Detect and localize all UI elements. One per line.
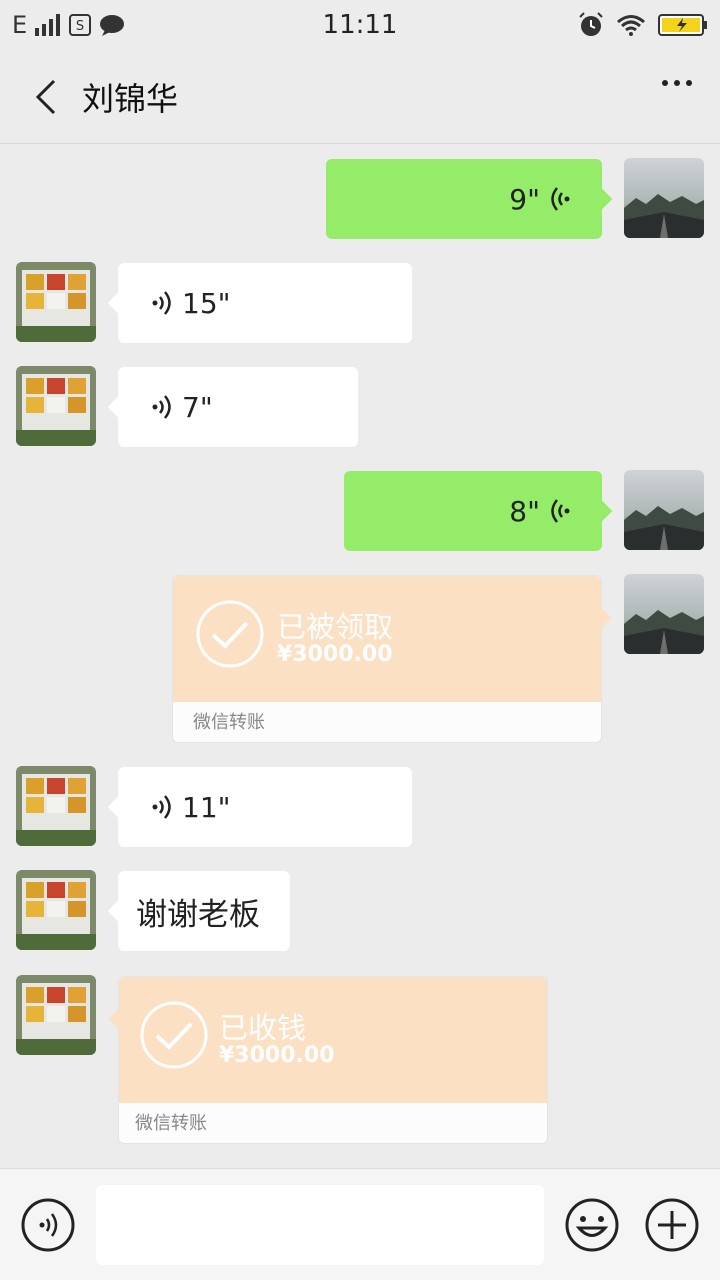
emoji-button[interactable] [564,1197,620,1253]
voice-duration: 15" [182,286,231,320]
voice-duration: 7" [182,390,213,424]
message-input[interactable] [96,1185,544,1265]
chevron-left-icon [35,79,56,114]
voice-wave-icon [152,291,171,315]
message-row: 9" [0,158,720,240]
voice-message-bubble[interactable]: 11" [107,767,412,847]
more-options-button[interactable] [662,80,692,86]
contact-avatar[interactable] [16,366,96,446]
voice-message-bubble[interactable]: 8" [344,471,613,551]
back-button[interactable] [16,67,76,127]
check-circle-icon [196,600,264,668]
status-bar: E S 11:11 [0,0,720,50]
network-type: E [12,11,28,39]
voice-duration: 11" [182,790,231,824]
transfer-amount: ¥3000.00 [277,642,393,667]
status-left: E S [12,11,272,39]
message-row: 谢谢老板 [0,870,720,952]
transfer-card[interactable]: 已被领取 ¥3000.00 微信转账 [172,575,612,743]
status-right [448,12,708,38]
transfer-card[interactable]: 已收钱 ¥3000.00 微信转账 [108,976,548,1144]
transfer-footer: 微信转账 [135,1113,207,1134]
voice-wave-icon [152,795,171,819]
message-row: 11" [0,766,720,848]
voice-wave-icon [551,187,570,211]
transfer-amount: ¥3000.00 [219,1043,335,1068]
voice-message-bubble[interactable]: 7" [107,367,358,447]
check-circle-icon [140,1001,208,1069]
svg-text:S: S [76,19,84,34]
my-avatar[interactable] [624,470,704,550]
text-message-bubble[interactable]: 谢谢老板 [107,871,290,951]
voice-wave-icon [551,499,570,523]
alarm-icon [579,12,603,36]
my-avatar[interactable] [624,158,704,238]
voice-duration: 9" [509,182,540,216]
voice-duration: 8" [509,494,540,528]
message-row: 已收钱 ¥3000.00 微信转账 [0,975,720,1145]
transfer-footer: 微信转账 [193,712,265,733]
voice-message-bubble[interactable]: 9" [326,159,613,239]
message-row: 7" [0,366,720,448]
contact-avatar[interactable] [16,870,96,950]
chat-title: 刘锦华 [82,79,179,118]
wifi-icon [617,15,645,36]
message-row: 已被领取 ¥3000.00 微信转账 [0,574,720,744]
message-row: 15" [0,262,720,344]
message-text: 谢谢老板 [136,896,260,933]
add-more-button[interactable] [644,1197,700,1253]
chat-notification-icon [100,15,125,36]
voice-input-button[interactable] [20,1197,76,1253]
contact-avatar[interactable] [16,975,96,1055]
message-row: 8" [0,470,720,552]
contact-avatar[interactable] [16,262,96,342]
app-notification-icon: S [69,14,92,36]
my-avatar[interactable] [624,574,704,654]
clock: 11:11 [322,10,398,40]
signal-icon [35,14,61,36]
transfer-status: 已收钱 [219,1011,307,1045]
battery-icon [658,14,707,36]
voice-wave-icon [152,395,171,419]
contact-avatar[interactable] [16,766,96,846]
transfer-status: 已被领取 [277,610,394,644]
chat-header: 刘锦华 [0,50,720,144]
voice-message-bubble[interactable]: 15" [107,263,412,343]
input-bar [0,1168,720,1280]
